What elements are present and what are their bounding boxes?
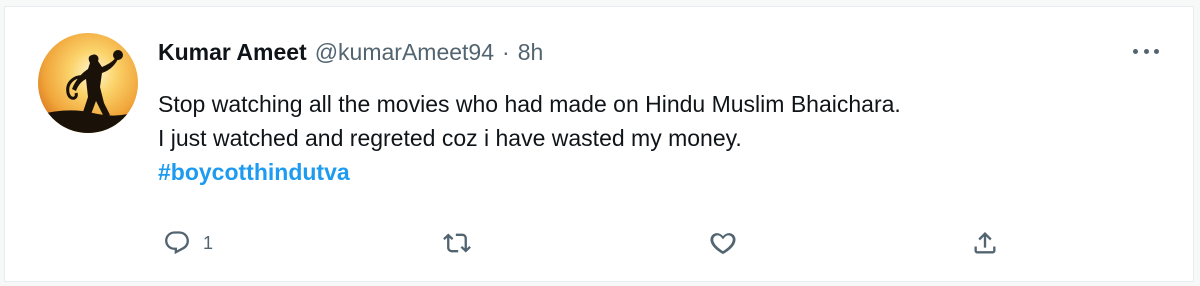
author-handle[interactable]: @kumarAmeet94 xyxy=(315,39,494,66)
avatar[interactable] xyxy=(38,33,138,133)
share-icon xyxy=(974,232,996,254)
tweet-actions: 1 xyxy=(5,229,1193,259)
hashtag-link[interactable]: #boycotthindutva xyxy=(158,155,1158,189)
tweet-header: Kumar Ameet @kumarAmeet94 · 8h xyxy=(158,37,543,67)
like-button[interactable] xyxy=(709,229,737,257)
retweet-icon xyxy=(443,233,471,253)
more-dots-icon xyxy=(1154,48,1159,54)
tweet-text: Stop watching all the movies who had mad… xyxy=(158,87,1158,189)
reply-icon xyxy=(165,231,189,255)
tweet-text-line: Stop watching all the movies who had mad… xyxy=(158,91,901,117)
more-dots-icon xyxy=(1133,48,1138,54)
heart-icon xyxy=(710,233,736,255)
reply-count: 1 xyxy=(203,232,214,253)
avatar-image xyxy=(38,33,138,133)
tweet-text-line: I just watched and regreted coz i have w… xyxy=(158,125,742,151)
timestamp[interactable]: 8h xyxy=(518,39,544,66)
more-dots-icon xyxy=(1143,48,1149,54)
separator-dot: · xyxy=(502,38,510,65)
tweet-card[interactable]: Kumar Ameet @kumarAmeet94 · 8h Stop watc… xyxy=(4,6,1194,282)
author-name[interactable]: Kumar Ameet xyxy=(158,39,307,66)
more-options-button[interactable] xyxy=(1133,43,1159,59)
share-button[interactable] xyxy=(971,229,999,257)
reply-button[interactable]: 1 xyxy=(163,229,213,257)
retweet-button[interactable] xyxy=(443,229,471,257)
